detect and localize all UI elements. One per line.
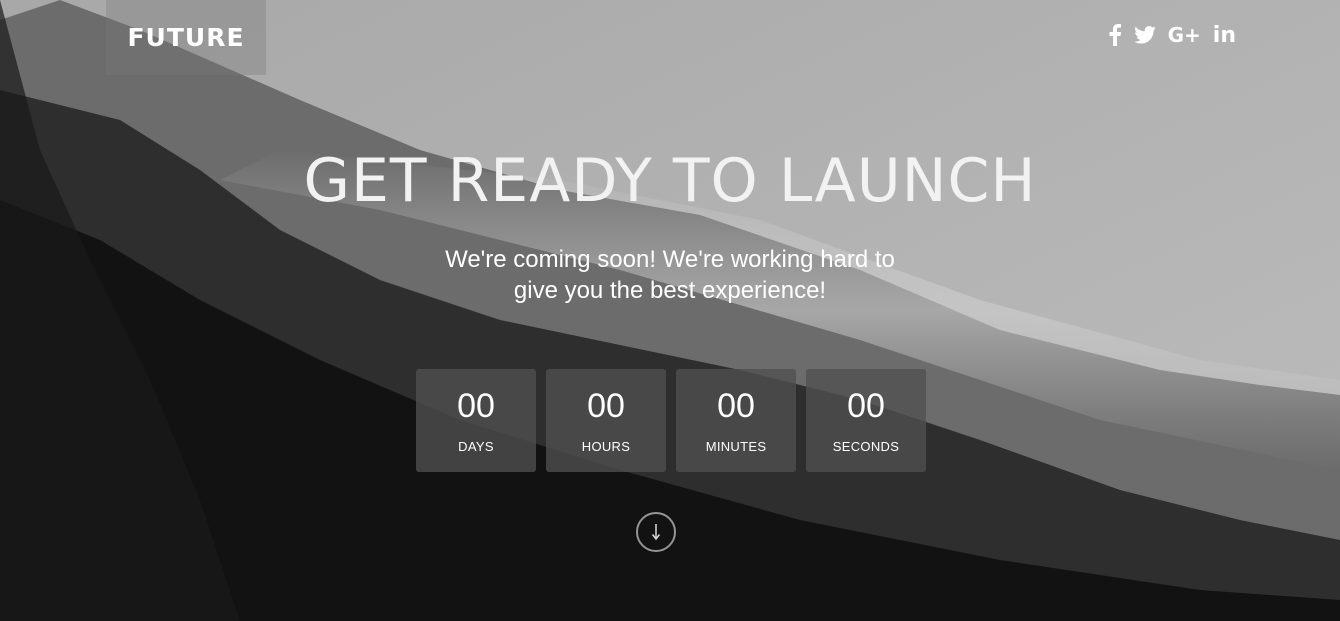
countdown-value: 00 bbox=[587, 387, 625, 425]
social-links: G+ in bbox=[1108, 20, 1236, 50]
subtitle: We're coming soon! We're working hard to… bbox=[0, 244, 1340, 306]
countdown-label: HOURS bbox=[581, 439, 631, 454]
countdown-label: DAYS bbox=[458, 439, 494, 454]
countdown-timer: 00 DAYS 00 HOURS 00 MINUTES 00 SECONDS bbox=[416, 369, 926, 472]
countdown-days: 00 DAYS bbox=[416, 369, 536, 472]
google-plus-icon[interactable]: G+ bbox=[1168, 20, 1201, 50]
subtitle-line-1: We're coming soon! We're working hard to bbox=[445, 246, 895, 273]
countdown-hours: 00 HOURS bbox=[546, 369, 666, 472]
countdown-value: 00 bbox=[457, 387, 495, 425]
subtitle-line-2: give you the best experience! bbox=[513, 277, 827, 304]
countdown-value: 00 bbox=[847, 387, 885, 425]
page-title: GET READY TO LAUNCH bbox=[303, 146, 1037, 216]
arrow-down-icon bbox=[651, 524, 661, 541]
countdown-minutes: 00 MINUTES bbox=[676, 369, 796, 472]
countdown-label: MINUTES bbox=[705, 439, 767, 454]
logo-text: FUTURE bbox=[127, 23, 245, 52]
countdown-value: 00 bbox=[717, 387, 755, 425]
countdown-label: SECONDS bbox=[832, 439, 900, 454]
countdown-seconds: 00 SECONDS bbox=[806, 369, 926, 472]
linkedin-icon[interactable]: in bbox=[1213, 20, 1236, 50]
scroll-down-button[interactable] bbox=[636, 512, 676, 552]
facebook-icon[interactable] bbox=[1108, 20, 1122, 50]
logo[interactable]: FUTURE bbox=[106, 0, 266, 75]
twitter-icon[interactable] bbox=[1133, 20, 1156, 50]
